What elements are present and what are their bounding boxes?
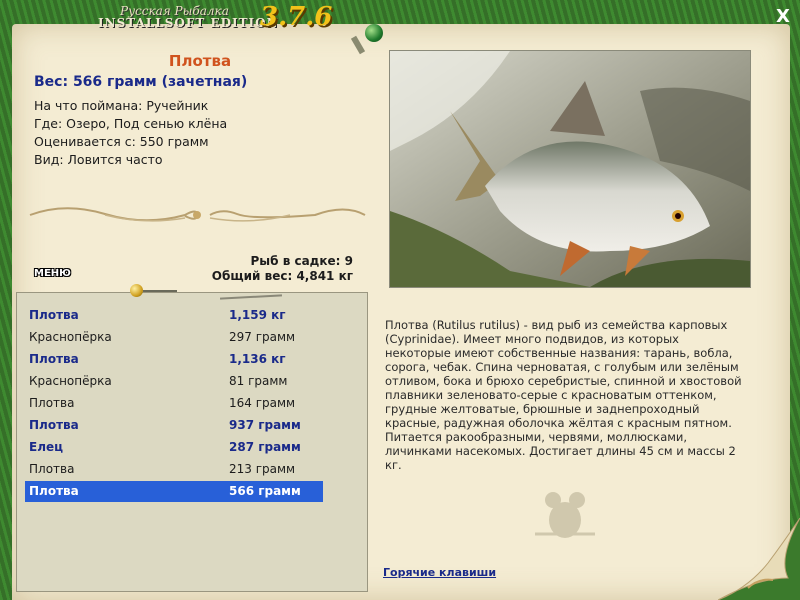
hotkeys-link[interactable]: Горячие клавиши <box>383 566 496 579</box>
catch-row[interactable]: Плотва 1,136 кг <box>25 349 323 370</box>
menu-button[interactable]: МЕНЮ <box>34 268 71 279</box>
fish-description: Плотва (Rutilus rutilus) - вид рыб из се… <box>385 318 742 472</box>
catch-row[interactable]: Краснопёрка 81 грамм <box>25 371 323 392</box>
catch-row-weight: 81 грамм <box>229 374 288 388</box>
close-icon[interactable]: X <box>774 8 792 26</box>
catch-row[interactable]: Плотва 213 грамм <box>25 459 323 480</box>
catch-row[interactable]: Плотва 1,159 кг <box>25 305 323 326</box>
pin-needle <box>350 35 366 55</box>
catch-row-name: Плотва <box>29 308 79 322</box>
sadok-summary: Рыб в садке: 9 Общий вес: 4,841 кг <box>212 254 353 284</box>
sadok-count: Рыб в садке: 9 <box>250 254 354 268</box>
fish-info-min-weight: Оценивается с: 550 грамм <box>34 134 209 149</box>
mouse-silhouette-icon <box>535 492 595 538</box>
catch-row-name: Плотва <box>29 352 79 366</box>
catch-row-weight: 287 грамм <box>229 440 301 454</box>
catch-row[interactable]: Плотва 566 грамм <box>25 481 323 502</box>
catch-row-weight: 1,159 кг <box>229 308 286 322</box>
catch-row-name: Плотва <box>29 396 75 410</box>
fish-info: На что поймана: Ручейник Где: Озеро, Под… <box>34 97 227 169</box>
fish-name: Плотва <box>168 52 232 70</box>
sadok-total: Общий вес: 4,841 кг <box>211 269 353 283</box>
fish-info-place: Где: Озеро, Под сенью клёна <box>34 116 228 131</box>
catch-row[interactable]: Краснопёрка 297 грамм <box>25 327 323 348</box>
catch-list: Плотва 1,159 кг Краснопёрка 297 грамм Пл… <box>16 292 368 592</box>
logo-edition: INSTALLSOFT EDITION <box>98 16 279 30</box>
title-bar: Русская Рыбалка INSTALLSOFT EDITION 3.7.… <box>0 0 800 38</box>
catch-row-weight: 1,136 кг <box>229 352 286 366</box>
catch-row-name: Краснопёрка <box>29 330 112 344</box>
catch-row-weight: 297 грамм <box>229 330 296 344</box>
logo-version: 3.7.6 <box>260 2 333 32</box>
catch-row-name: Елец <box>29 440 64 454</box>
fish-info-frequency: Вид: Ловится часто <box>34 152 163 167</box>
fish-info-bait: На что поймана: Ручейник <box>34 98 209 113</box>
catch-row-weight: 937 грамм <box>229 418 301 432</box>
catch-row-name: Плотва <box>29 418 79 432</box>
catch-row[interactable]: Плотва 937 грамм <box>25 415 323 436</box>
pin-needle <box>143 290 177 292</box>
catch-row[interactable]: Елец 287 грамм <box>25 437 323 458</box>
ornament-divider <box>29 207 366 222</box>
fish-photo <box>389 50 751 288</box>
fish-weight: Вес: 566 грамм (зачетная) <box>34 74 248 90</box>
catch-row-name: Краснопёрка <box>29 374 112 388</box>
page-curl <box>718 518 800 600</box>
catch-row[interactable]: Плотва 164 грамм <box>25 393 323 414</box>
catch-row-weight: 164 грамм <box>229 396 296 410</box>
catch-row-name: Плотва <box>29 462 75 476</box>
yellow-pin-icon <box>130 284 143 297</box>
catch-row-weight: 566 грамм <box>229 484 301 498</box>
catch-row-weight: 213 грамм <box>229 462 296 476</box>
catch-row-name: Плотва <box>29 484 79 498</box>
